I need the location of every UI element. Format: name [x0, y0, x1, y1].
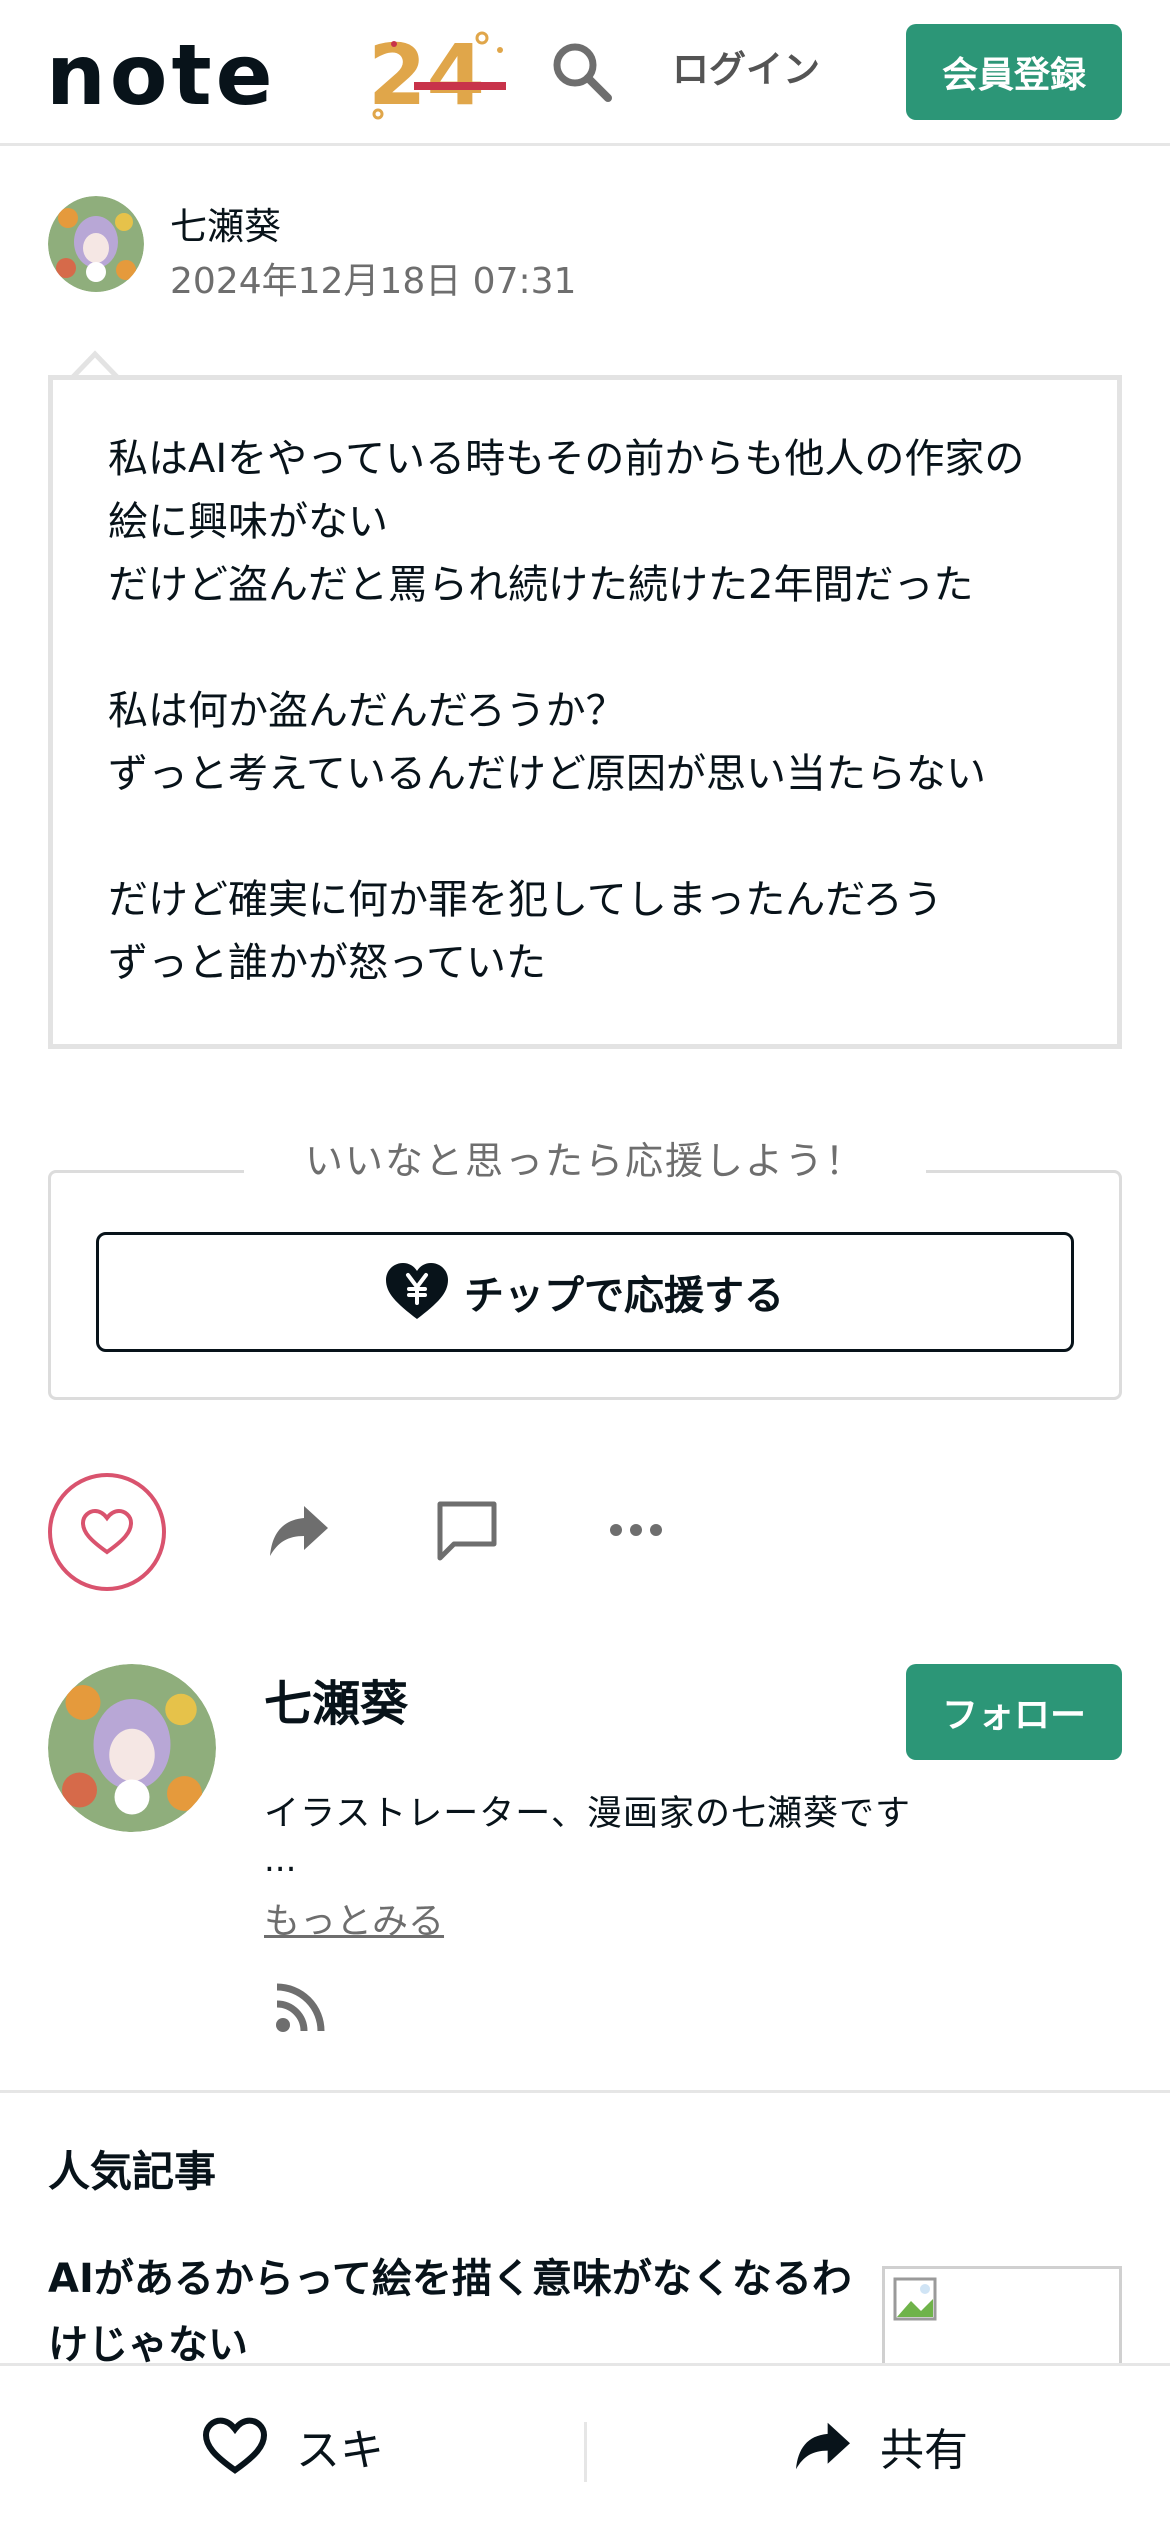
post-body: 私はAIをやっている時もその前からも他人の作家の 絵に興味がない だけど盗んだと…	[48, 375, 1122, 1049]
profile-avatar[interactable]	[48, 1664, 216, 1832]
more-link[interactable]: もっとみる	[264, 1892, 444, 1944]
post-line: 私は何か盗んだんだろうか？	[108, 688, 626, 734]
more-icon[interactable]	[608, 1520, 664, 1540]
post-line	[108, 806, 1077, 869]
avatar-image	[48, 1664, 216, 1832]
profile-bio: イラストレーター、漫画家の七瀬葵です	[264, 1794, 911, 1834]
bottom-like-button[interactable]: スキ	[202, 2406, 384, 2486]
bottom-action-bar: スキ 共有	[0, 2363, 1170, 2532]
post-line: 私はAIをやっている時もその前からも他人の作家の	[108, 436, 1025, 482]
profile-name[interactable]: 七瀬葵	[264, 1664, 408, 1734]
bottom-share-label: 共有	[880, 2425, 968, 2476]
popular-heading: 人気記事	[48, 2147, 217, 2196]
rss-icon[interactable]	[274, 1982, 326, 2034]
bottom-share-button[interactable]: 共有	[794, 2406, 968, 2486]
logo-24-badge-icon: 24	[368, 26, 506, 124]
share-icon[interactable]	[268, 1502, 330, 1560]
broken-image-icon	[893, 2277, 937, 2321]
heart-icon	[80, 1508, 134, 1555]
comment-icon[interactable]	[434, 1498, 500, 1562]
post-line: ずっと考えているんだけど原因が思い当たらない	[108, 751, 986, 797]
bottom-like-label: スキ	[296, 2425, 384, 2476]
section-divider	[0, 2090, 1170, 2093]
author-name[interactable]: 七瀬葵	[170, 196, 281, 250]
search-icon[interactable]	[548, 38, 614, 104]
signup-button[interactable]: 会員登録	[906, 24, 1122, 120]
like-button[interactable]	[48, 1473, 166, 1591]
author-avatar[interactable]	[48, 196, 144, 292]
avatar-image	[48, 196, 144, 292]
svg-text:24: 24	[368, 26, 485, 124]
login-button[interactable]: ログイン	[672, 40, 820, 100]
bio-ellipsis: ...	[264, 1840, 297, 1880]
tip-button-label: チップで応援する	[464, 1273, 784, 1319]
yen-heart-icon	[386, 1263, 448, 1319]
tip-button[interactable]: チップで応援する	[96, 1232, 1074, 1352]
tip-heading: いいなと思ったら応援しよう！	[244, 1133, 926, 1189]
post-date: 2024年12月18日 07:31	[170, 261, 577, 302]
post-line	[108, 617, 1077, 680]
logo-text: note	[46, 26, 277, 124]
post-line: だけど確実に何か罪を犯してしまったんだろう	[108, 877, 943, 923]
post-text: 私はAIをやっている時もその前からも他人の作家の 絵に興味がない だけど盗んだと…	[108, 428, 1077, 995]
popular-article-title[interactable]: AIがあるからって絵を描く意味がなくなるわけじゃない	[48, 2246, 868, 2378]
follow-button[interactable]: フォロー	[906, 1664, 1122, 1760]
share-icon	[796, 2422, 850, 2470]
heart-icon	[202, 2417, 268, 2474]
post-line: だけど盗んだと罵られ続けた続けた2年間だった	[108, 562, 974, 608]
note-logo[interactable]: note 24	[46, 26, 506, 124]
header: note 24 ログイン 会員登録	[0, 0, 1170, 146]
post-line: ずっと誰かが怒っていた	[108, 940, 546, 986]
bottom-divider	[584, 2422, 587, 2482]
post-line: 絵に興味がない	[108, 499, 388, 545]
